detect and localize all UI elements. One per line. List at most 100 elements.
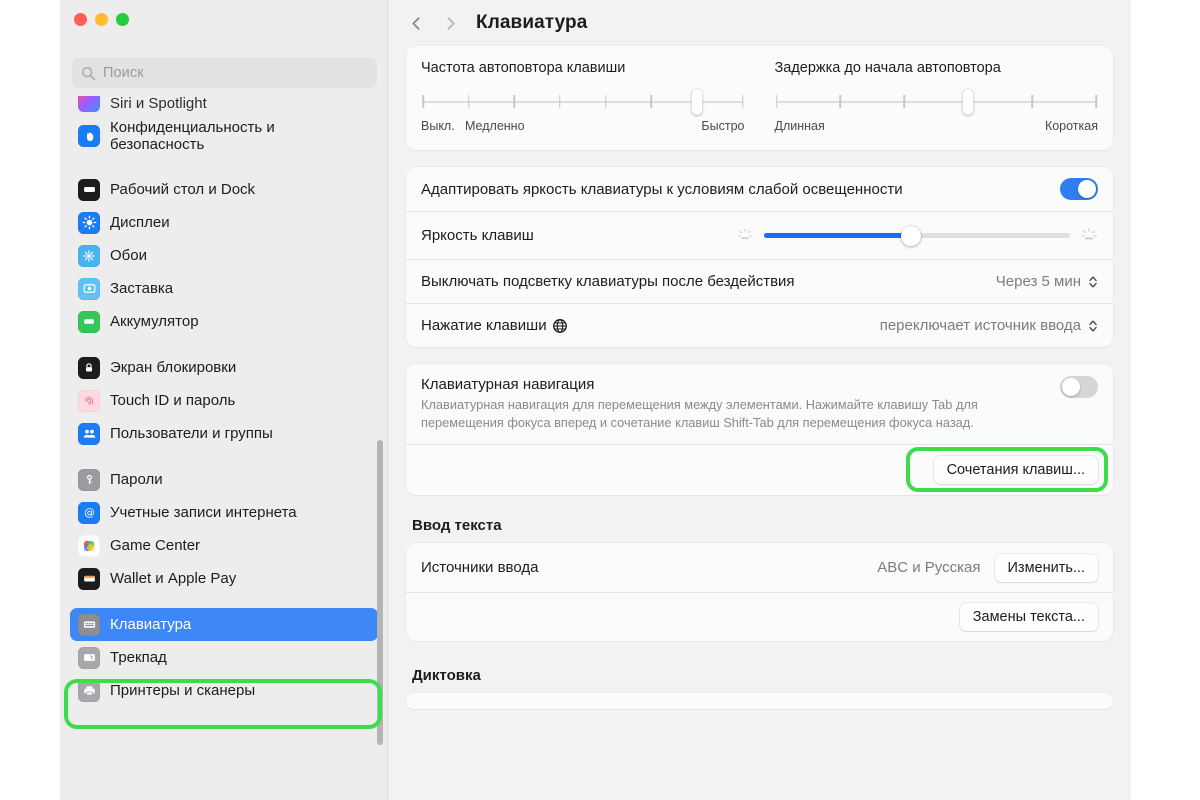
sidebar-scroll-area[interactable]: Siri и Spotlight Конфиденциальность и бе…: [60, 96, 388, 800]
adaptive-brightness-row: Адаптировать яркость клавиатуры к услови…: [406, 167, 1113, 211]
key-repeat-rate-group: Частота автоповтора клавиши Выкл. Медлен…: [421, 60, 745, 134]
slider-track: [776, 101, 1096, 103]
sidebar-item-label: Touch ID и пароль: [110, 392, 236, 409]
key-repeat-delay-label: Задержка до начала автоповтора: [774, 60, 1001, 76]
svg-text:@: @: [84, 506, 95, 519]
displays-icon: [78, 211, 100, 234]
desktop-dock-icon: [78, 178, 100, 201]
sidebar-search-field[interactable]: Поиск: [72, 58, 377, 88]
back-button[interactable]: [402, 9, 430, 37]
sidebar-item-passwords[interactable]: Пароли: [70, 463, 378, 496]
keyboard-navigation-toggle[interactable]: [1060, 376, 1098, 398]
sidebar-item-wallet-apple-pay[interactable]: Wallet и Apple Pay: [70, 562, 378, 595]
delay-label-long: Длинная: [774, 119, 825, 133]
sidebar-item-keyboard[interactable]: Клавиатура: [70, 608, 378, 641]
sidebar-item-label: Siri и Spotlight: [110, 96, 207, 112]
sidebar-item-wallpaper[interactable]: Обои: [70, 239, 378, 272]
dictation-card: [406, 693, 1113, 710]
sidebar-item-desktop-dock[interactable]: Рабочий стол и Dock: [70, 173, 378, 206]
edit-input-sources-button[interactable]: Изменить...: [994, 553, 1098, 582]
sidebar-item-lock-screen[interactable]: Экран блокировки: [70, 351, 378, 384]
passwords-key-icon: [78, 468, 100, 491]
adaptive-brightness-toggle[interactable]: [1060, 178, 1098, 200]
slider-thumb[interactable]: [691, 89, 703, 115]
close-window-button[interactable]: [74, 13, 87, 26]
search-placeholder: Поиск: [103, 65, 144, 81]
screensaver-icon: [78, 277, 100, 300]
dictation-section-title: Диктовка: [412, 667, 481, 685]
sidebar-item-displays[interactable]: Дисплеи: [70, 206, 378, 239]
wallpaper-icon: [78, 244, 100, 267]
sidebar-item-label: Трекпад: [110, 649, 167, 666]
sidebar-item-label: Клавиатура: [110, 616, 192, 633]
key-repeat-delay-group: Задержка до начала автоповтора Длинная К…: [775, 60, 1099, 134]
slider-thumb[interactable]: [900, 225, 921, 246]
slider-track: [764, 225, 1070, 246]
sidebar-item-trackpad[interactable]: Трекпад: [70, 641, 378, 674]
touch-id-icon: [78, 389, 100, 412]
sidebar-group-divider: [70, 338, 378, 351]
lock-screen-icon: [78, 356, 100, 379]
sidebar-item-label: Дисплеи: [110, 214, 170, 231]
keyboard-icon: [78, 613, 100, 636]
internet-accounts-icon: @: [78, 501, 100, 524]
sidebar-item-label: Пользователи и группы: [110, 425, 273, 442]
sidebar-item-siri-spotlight[interactable]: Siri и Spotlight: [70, 96, 378, 112]
printers-scanners-icon: [78, 679, 100, 702]
sidebar-group-divider: [70, 595, 378, 608]
minimize-window-button[interactable]: [95, 13, 108, 26]
keyboard-backlight-card: Адаптировать яркость клавиатуры к услови…: [406, 167, 1113, 347]
key-repeat-delay-slider[interactable]: [775, 89, 1097, 115]
keyboard-navigation-description: Клавиатурная навигация для перемещения м…: [421, 397, 978, 430]
sidebar-list: Siri и Spotlight Конфиденциальность и бе…: [60, 96, 388, 707]
sidebar-item-label: Конфиденциальность и безопасность: [110, 118, 275, 153]
sidebar-item-users-groups[interactable]: Пользователи и группы: [70, 417, 378, 450]
chevron-up-down-icon[interactable]: [1088, 318, 1098, 334]
text-input-section-title: Ввод текста: [412, 517, 502, 535]
sidebar-item-printers-scanners[interactable]: Принтеры и сканеры: [70, 674, 378, 707]
sidebar-item-internet-accounts[interactable]: @ Учетные записи интернета: [70, 496, 378, 529]
adaptive-brightness-label: Адаптировать яркость клавиатуры к услови…: [421, 180, 903, 198]
brightness-high-icon: [1080, 227, 1098, 245]
system-settings-window: Поиск Siri и Spotlight Конфиденциальност…: [60, 0, 1131, 800]
sidebar-scrollbar[interactable]: [377, 440, 383, 745]
forward-button[interactable]: [436, 9, 464, 37]
key-brightness-slider[interactable]: [736, 225, 1098, 246]
key-repeat-card: Частота автоповтора клавиши Выкл. Медлен…: [406, 46, 1113, 150]
rate-label-fast: Быстро: [701, 119, 745, 133]
key-repeat-rate-slider[interactable]: [422, 89, 744, 115]
siri-icon: [78, 96, 100, 112]
users-groups-icon: [78, 422, 100, 445]
brightness-low-icon: [736, 227, 754, 245]
battery-icon: [78, 310, 100, 333]
chevron-up-down-icon[interactable]: [1088, 274, 1098, 290]
wallet-icon: [78, 567, 100, 590]
privacy-hand-icon: [78, 125, 100, 147]
sidebar-item-privacy-security[interactable]: Конфиденциальность и безопасность: [70, 112, 378, 160]
sidebar-item-label: Принтеры и сканеры: [110, 682, 256, 699]
backlight-timeout-value: Через 5 мин: [995, 273, 1081, 290]
backlight-timeout-row[interactable]: Выключать подсветку клавиатуры после без…: [406, 259, 1113, 303]
sidebar-item-game-center[interactable]: Game Center: [70, 529, 378, 562]
text-replacements-button[interactable]: Замены текста...: [959, 603, 1098, 632]
sidebar-item-label: Аккумулятор: [110, 313, 199, 330]
sidebar-item-battery[interactable]: Аккумулятор: [70, 305, 378, 338]
text-input-card: Источники ввода ABC и Русская Изменить..…: [406, 543, 1113, 642]
delay-label-short: Короткая: [1044, 119, 1098, 133]
sidebar-item-touch-id[interactable]: Touch ID и пароль: [70, 384, 378, 417]
content-toolbar: Клавиатура: [388, 0, 1131, 46]
rate-label-off: Выкл.: [421, 119, 455, 133]
key-brightness-label: Яркость клавиш: [421, 227, 534, 244]
keyboard-navigation-card: Клавиатурная навигация Клавиатурная нави…: [406, 364, 1113, 496]
shortcuts-button-highlight-ring: [906, 447, 1108, 493]
zoom-window-button[interactable]: [116, 13, 129, 26]
sidebar-item-label: Заставка: [110, 280, 174, 297]
modifier-key-row[interactable]: Нажатие клавиши переключает источник вво…: [406, 303, 1113, 347]
sidebar-item-screensaver[interactable]: Заставка: [70, 272, 378, 305]
globe-icon: [552, 318, 568, 334]
sidebar-group-divider: [70, 450, 378, 463]
slider-thumb[interactable]: [962, 89, 974, 115]
sidebar-item-label: Обои: [110, 247, 147, 264]
sidebar-item-label: Пароли: [110, 471, 163, 488]
modifier-key-value: переключает источник ввода: [879, 317, 1081, 334]
